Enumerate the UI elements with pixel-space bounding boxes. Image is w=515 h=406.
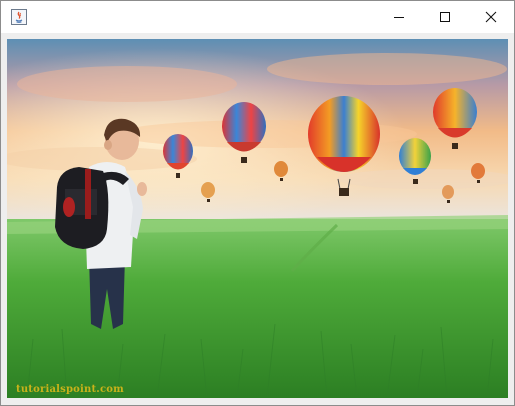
close-button[interactable] <box>468 1 514 33</box>
title-bar[interactable] <box>1 1 514 33</box>
watermark-text: tutorialspoint.com <box>16 384 124 395</box>
minimize-button[interactable] <box>376 1 422 33</box>
close-icon <box>485 11 497 23</box>
image-display: tutorialspoint.com <box>7 39 508 398</box>
minimize-icon <box>394 17 404 18</box>
balloons-photo <box>7 39 508 398</box>
maximize-button[interactable] <box>422 1 468 33</box>
java-app-icon[interactable] <box>11 9 27 25</box>
maximize-icon <box>440 12 450 22</box>
app-window: tutorialspoint.com <box>0 0 515 406</box>
